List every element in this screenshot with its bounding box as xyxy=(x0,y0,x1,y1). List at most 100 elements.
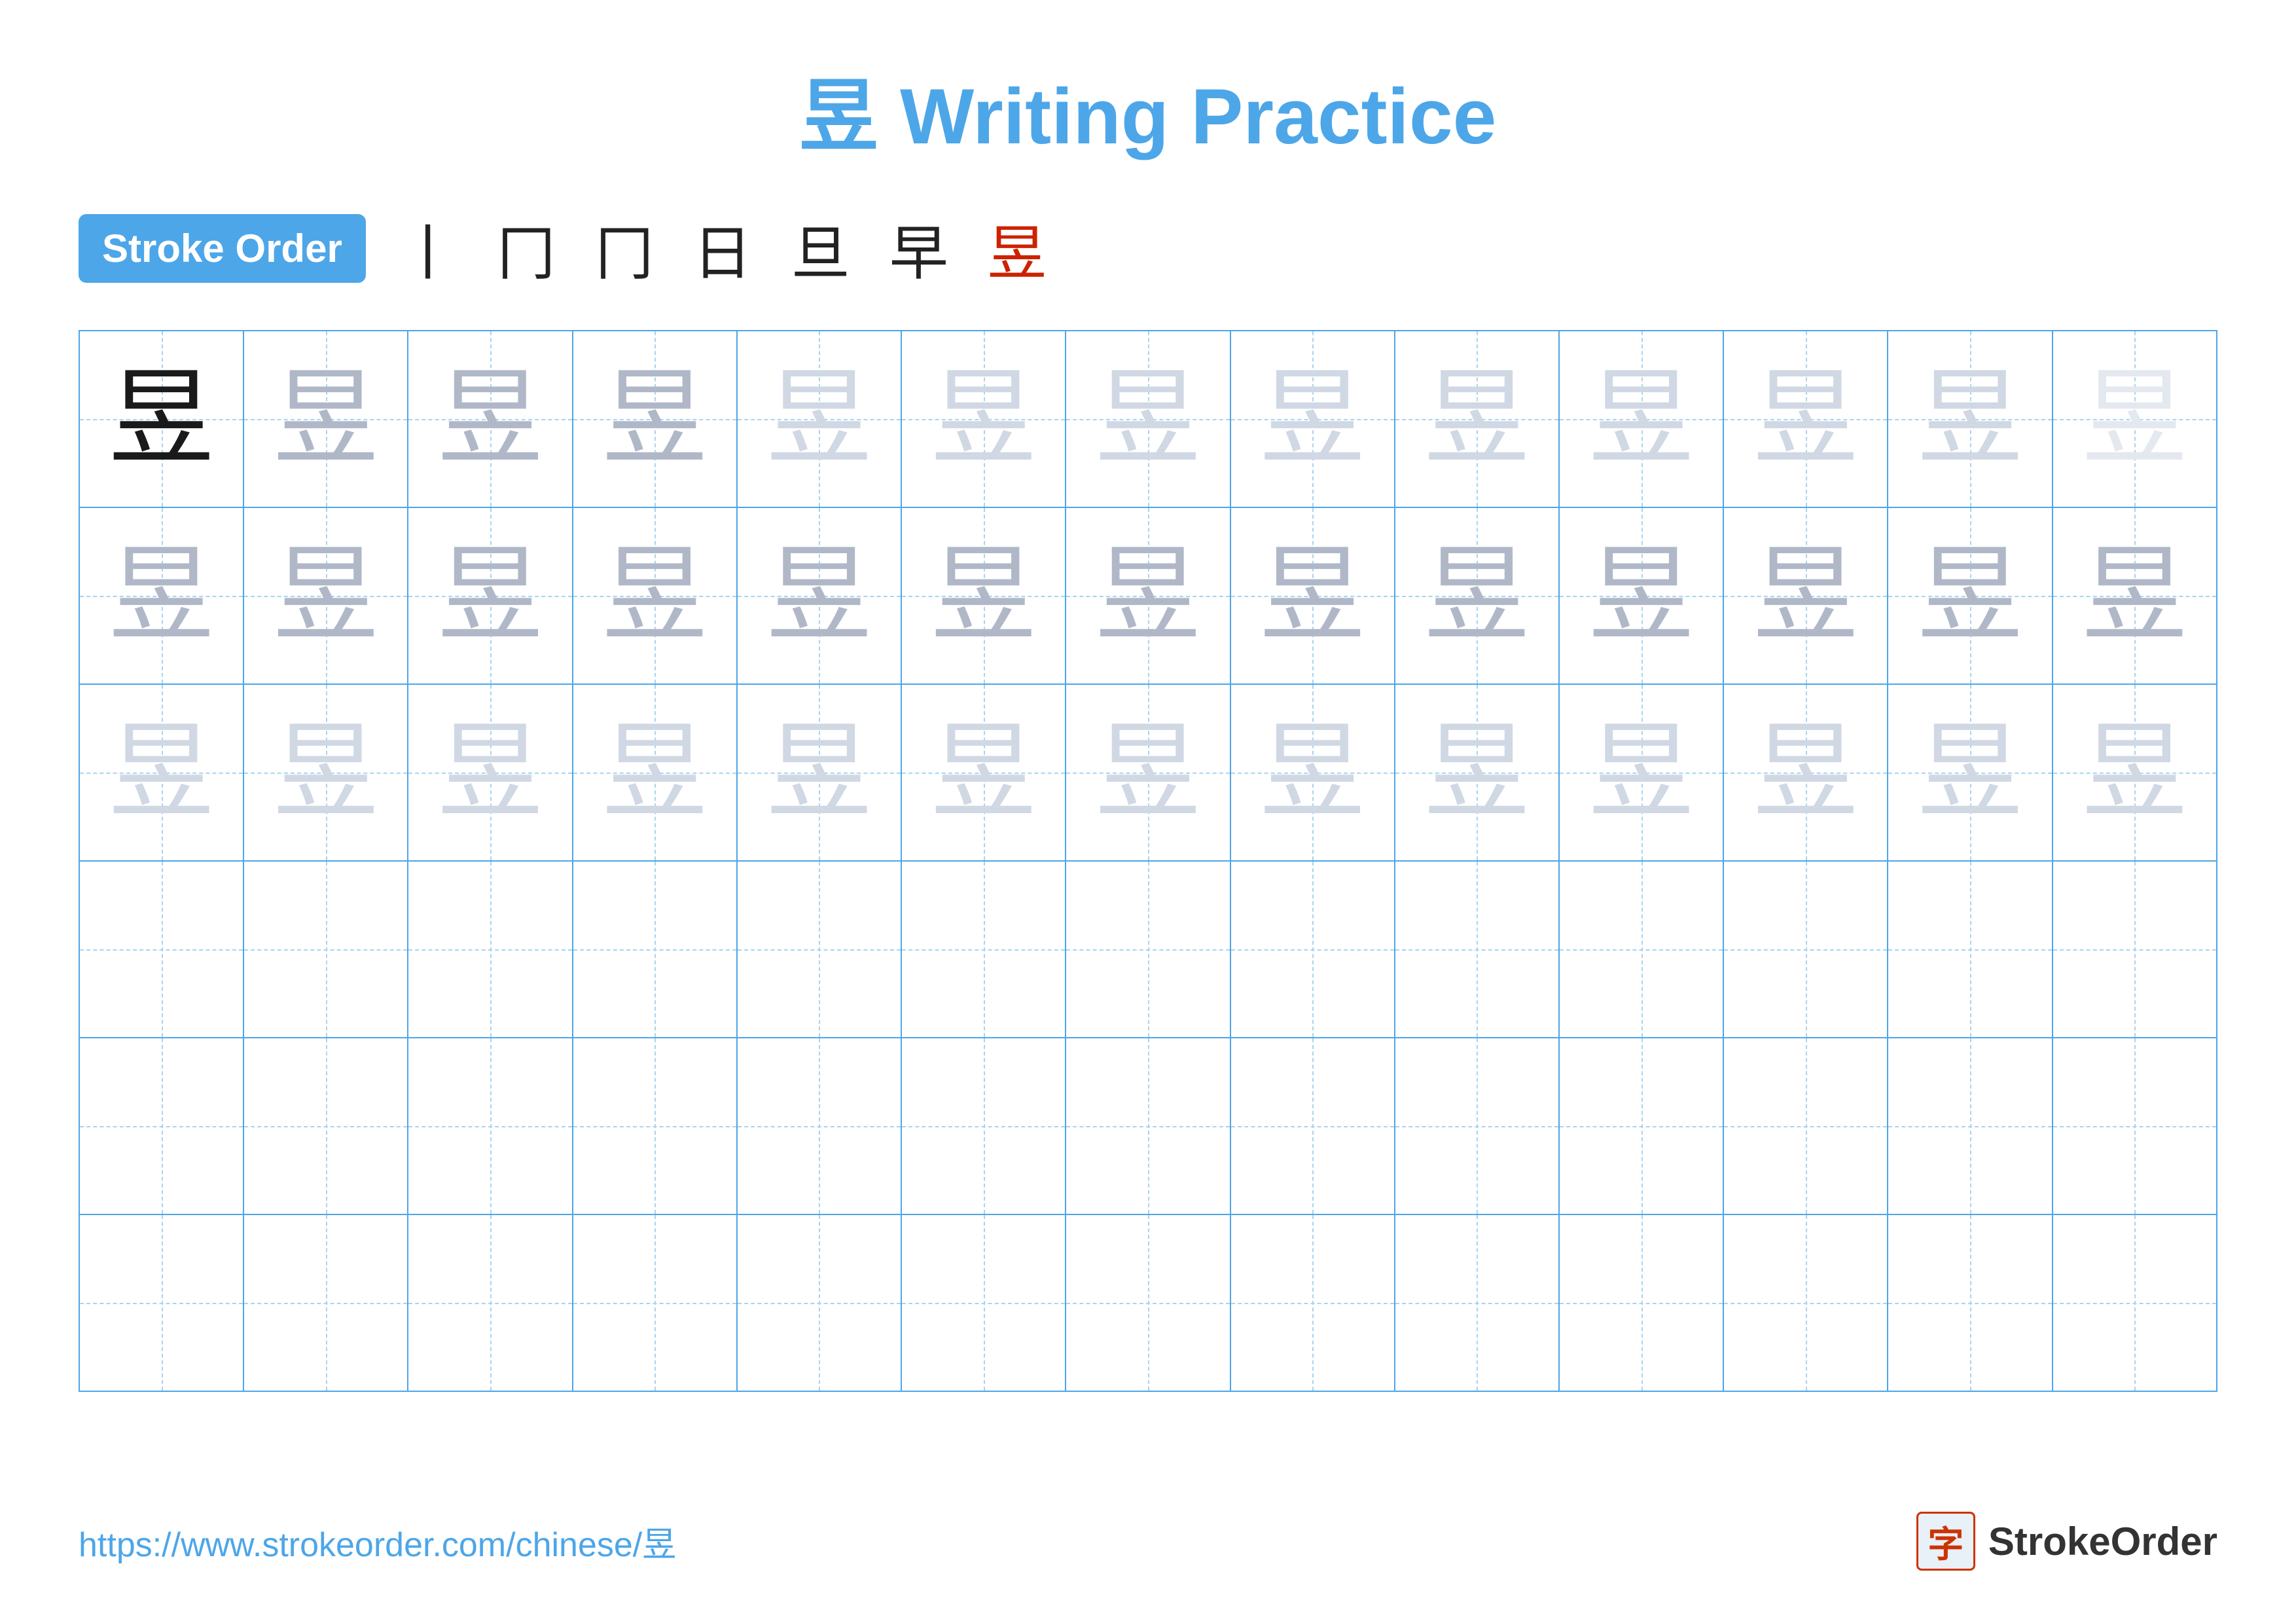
grid-cell[interactable]: 昱 xyxy=(573,507,737,684)
grid-cell[interactable]: 昱 xyxy=(1559,331,1723,507)
grid-cell[interactable]: 昱 xyxy=(1723,507,1888,684)
grid-cell[interactable] xyxy=(1723,861,1888,1038)
grid-cell[interactable] xyxy=(1723,1038,1888,1214)
grid-cell[interactable] xyxy=(243,1214,408,1391)
grid-cell[interactable] xyxy=(737,1038,901,1214)
practice-char: 昱 xyxy=(274,361,378,477)
grid-cell[interactable]: 昱 xyxy=(2053,507,2217,684)
grid-cell[interactable]: 昱 xyxy=(737,507,901,684)
grid-cell[interactable]: 昱 xyxy=(1559,684,1723,861)
grid-cell[interactable]: 昱 xyxy=(1066,684,1230,861)
grid-cell[interactable] xyxy=(243,1038,408,1214)
grid-cell[interactable] xyxy=(573,1038,737,1214)
grid-cell[interactable] xyxy=(1230,1214,1395,1391)
grid-cell[interactable]: 昱 xyxy=(79,684,243,861)
grid-cell[interactable] xyxy=(408,861,572,1038)
grid-cell[interactable]: 昱 xyxy=(2053,684,2217,861)
grid-cell[interactable] xyxy=(1066,1038,1230,1214)
logo-text: StrokeOrder xyxy=(1988,1519,2217,1564)
grid-cell[interactable]: 昱 xyxy=(79,507,243,684)
grid-cell[interactable] xyxy=(573,1214,737,1391)
practice-char: 昱 xyxy=(274,714,378,831)
grid-cell[interactable] xyxy=(1888,1038,2052,1214)
grid-cell[interactable]: 昱 xyxy=(901,331,1066,507)
grid-cell[interactable] xyxy=(79,1214,243,1391)
practice-char: 昱 xyxy=(2082,538,2187,654)
footer-url[interactable]: https://www.strokeorder.com/chinese/昱 xyxy=(79,1517,676,1566)
page-container: 昱 Writing Practice Stroke Order 丨 冂 冂 日 … xyxy=(0,0,2296,1623)
grid-cell[interactable] xyxy=(1066,861,1230,1038)
grid-cell[interactable] xyxy=(573,861,737,1038)
grid-cell[interactable] xyxy=(1888,1214,2052,1391)
grid-cell[interactable] xyxy=(408,1038,572,1214)
grid-cell[interactable] xyxy=(243,861,408,1038)
grid-cell[interactable]: 昱 xyxy=(243,684,408,861)
practice-char: 昱 xyxy=(1753,361,1858,477)
grid-cell[interactable] xyxy=(901,1214,1066,1391)
grid-cell[interactable]: 昱 xyxy=(1723,684,1888,861)
practice-char: 昱 xyxy=(1918,361,2022,477)
practice-char: 昱 xyxy=(438,538,543,654)
grid-cell[interactable]: 昱 xyxy=(1395,507,1559,684)
grid-cell[interactable] xyxy=(1395,1214,1559,1391)
stroke-sequence: 丨 冂 冂 日 旦 早 昱 xyxy=(399,206,1047,291)
grid-cell[interactable]: 昱 xyxy=(79,331,243,507)
stroke-step-4: 日 xyxy=(693,206,752,291)
grid-cell[interactable]: 昱 xyxy=(1066,507,1230,684)
grid-cell[interactable]: 昱 xyxy=(1066,331,1230,507)
table-row xyxy=(79,861,2217,1038)
grid-cell[interactable]: 昱 xyxy=(1395,331,1559,507)
practice-char: 昱 xyxy=(766,714,871,831)
grid-cell[interactable] xyxy=(1230,861,1395,1038)
grid-cell[interactable] xyxy=(901,1038,1066,1214)
grid-cell[interactable] xyxy=(1395,861,1559,1038)
grid-cell[interactable] xyxy=(1230,1038,1395,1214)
stroke-step-3: 冂 xyxy=(595,206,654,291)
grid-cell[interactable] xyxy=(408,1214,572,1391)
grid-cell[interactable]: 昱 xyxy=(408,331,572,507)
practice-char: 昱 xyxy=(1424,538,1529,654)
grid-cell[interactable]: 昱 xyxy=(408,684,572,861)
grid-cell[interactable]: 昱 xyxy=(1230,507,1395,684)
grid-cell[interactable]: 昱 xyxy=(1395,684,1559,861)
practice-char: 昱 xyxy=(1424,714,1529,831)
stroke-order-row: Stroke Order 丨 冂 冂 日 旦 早 昱 xyxy=(79,206,2217,291)
grid-cell[interactable]: 昱 xyxy=(1230,331,1395,507)
grid-cell[interactable] xyxy=(737,861,901,1038)
grid-cell[interactable]: 昱 xyxy=(1723,331,1888,507)
grid-cell[interactable] xyxy=(1559,1214,1723,1391)
grid-cell[interactable] xyxy=(1559,861,1723,1038)
grid-cell[interactable] xyxy=(1395,1038,1559,1214)
practice-char: 昱 xyxy=(931,714,1036,831)
grid-cell[interactable]: 昱 xyxy=(901,507,1066,684)
grid-cell[interactable] xyxy=(1066,1214,1230,1391)
practice-char: 昱 xyxy=(1753,538,1858,654)
grid-cell[interactable]: 昱 xyxy=(1888,507,2052,684)
grid-cell[interactable]: 昱 xyxy=(2053,331,2217,507)
grid-cell[interactable]: 昱 xyxy=(737,684,901,861)
grid-cell[interactable]: 昱 xyxy=(1888,331,2052,507)
grid-cell[interactable] xyxy=(1723,1214,1888,1391)
grid-cell[interactable]: 昱 xyxy=(243,507,408,684)
practice-char: 昱 xyxy=(1260,538,1365,654)
grid-cell[interactable] xyxy=(2053,1038,2217,1214)
grid-cell[interactable] xyxy=(2053,1214,2217,1391)
grid-cell[interactable]: 昱 xyxy=(901,684,1066,861)
grid-cell[interactable] xyxy=(2053,861,2217,1038)
grid-cell[interactable]: 昱 xyxy=(1230,684,1395,861)
grid-cell[interactable] xyxy=(901,861,1066,1038)
grid-cell[interactable]: 昱 xyxy=(408,507,572,684)
grid-cell[interactable] xyxy=(1888,861,2052,1038)
grid-cell[interactable] xyxy=(1559,1038,1723,1214)
grid-cell[interactable] xyxy=(79,1038,243,1214)
grid-cell[interactable] xyxy=(79,861,243,1038)
grid-cell[interactable] xyxy=(737,1214,901,1391)
grid-cell[interactable]: 昱 xyxy=(1888,684,2052,861)
grid-cell[interactable]: 昱 xyxy=(243,331,408,507)
practice-char: 昱 xyxy=(1589,538,1694,654)
grid-cell[interactable]: 昱 xyxy=(573,684,737,861)
grid-cell[interactable]: 昱 xyxy=(1559,507,1723,684)
grid-cell[interactable]: 昱 xyxy=(737,331,901,507)
grid-cell[interactable]: 昱 xyxy=(573,331,737,507)
title-char: 昱 xyxy=(800,73,878,160)
